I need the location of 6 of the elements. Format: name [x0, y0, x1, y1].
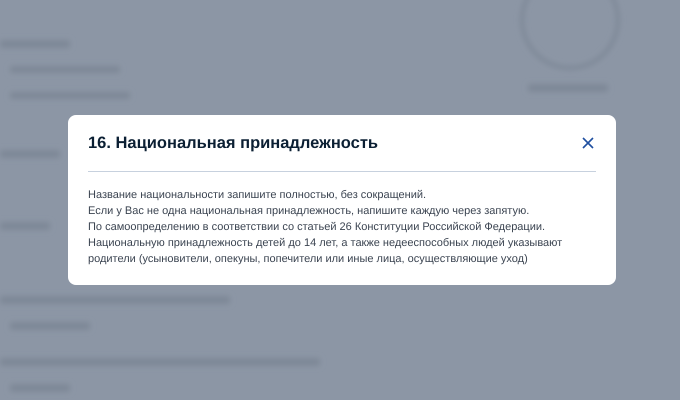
close-button[interactable] [580, 135, 596, 151]
help-text: Если у Вас не одна национальная принадлежность, напишите каждую через запятую. [88, 204, 530, 219]
dialog-title: 16. Национальная принадлежность [88, 134, 378, 152]
help-text: По самоопределению в соответствии со статьей 26 Конституции Российской Федерации. Национальную принадлежность детей до 14 лет, а также недееспособных людей указывают родители (усыновители, опекуны, попечители или иные лица, осуществляющие уход) [88, 220, 564, 267]
close-icon [582, 137, 594, 149]
help-text: Название национальности запишите полностью, без сокращений. [88, 188, 428, 203]
